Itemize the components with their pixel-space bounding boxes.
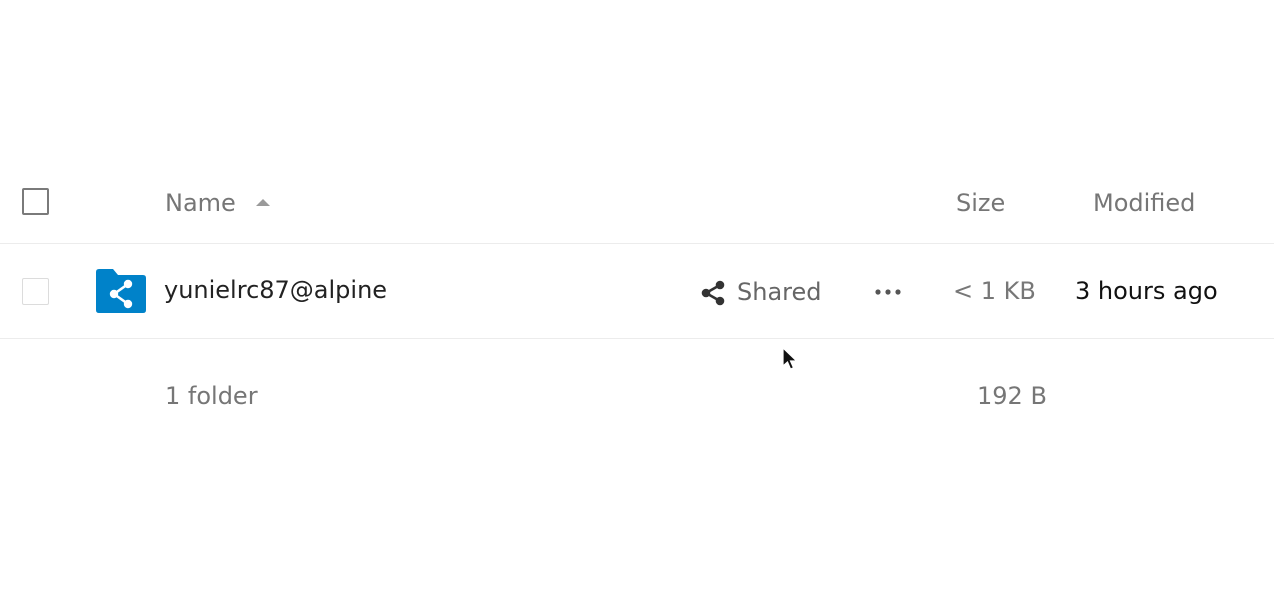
summary-folder-count: 1 folder xyxy=(165,382,258,410)
share-icon xyxy=(701,280,725,306)
more-actions-icon[interactable] xyxy=(872,282,904,302)
sort-ascending-icon[interactable] xyxy=(256,199,270,206)
file-list-header: Name Size Modified xyxy=(0,162,1274,244)
shared-label: Shared xyxy=(737,278,822,306)
table-row[interactable]: yunielrc87@alpine Shared < 1 KB 3 hours … xyxy=(0,244,1274,339)
column-header-size[interactable]: Size xyxy=(956,187,1005,219)
row-select-checkbox[interactable] xyxy=(22,278,49,305)
file-size: < 1 KB xyxy=(953,277,1036,305)
select-all-checkbox[interactable] xyxy=(22,188,49,215)
column-header-name[interactable]: Name xyxy=(165,187,236,219)
mouse-pointer-icon xyxy=(782,347,798,370)
shared-folder-icon[interactable] xyxy=(96,269,146,313)
file-list-page: Name Size Modified yunielrc87@alpine Sha… xyxy=(0,0,1274,605)
file-name-link[interactable]: yunielrc87@alpine xyxy=(164,274,387,306)
column-header-modified[interactable]: Modified xyxy=(1093,187,1195,219)
file-modified-date: 3 hours ago xyxy=(1075,277,1218,305)
summary-total-size: 192 B xyxy=(977,382,1047,410)
